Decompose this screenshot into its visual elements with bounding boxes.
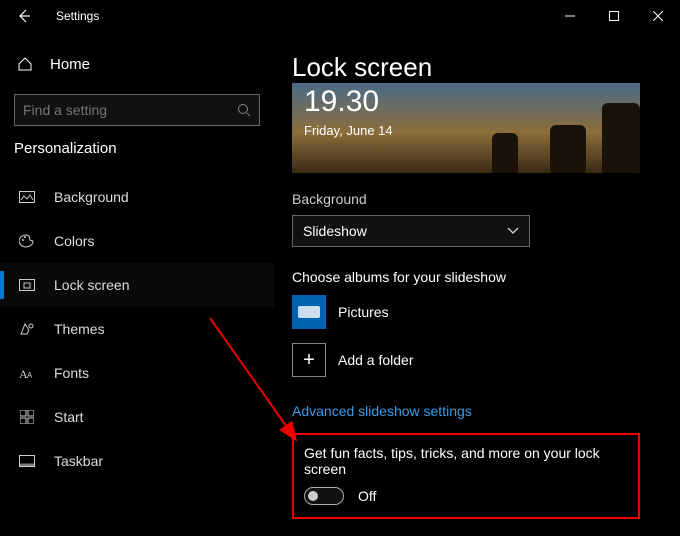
sidebar-item-fonts[interactable]: AA Fonts (0, 351, 274, 395)
content: Lock screen 19.30 Friday, June 14 Backgr… (274, 32, 680, 536)
nav-label: Taskbar (54, 453, 103, 469)
sidebar: Home Personalization Background Colors L… (0, 32, 274, 536)
tips-state: Off (358, 488, 376, 504)
plus-icon: + (292, 343, 326, 377)
sidebar-item-background[interactable]: Background (0, 175, 274, 219)
lock-preview: 19.30 Friday, June 14 (292, 83, 640, 173)
back-button[interactable] (8, 0, 40, 32)
svg-text:A: A (27, 371, 33, 380)
sidebar-item-colors[interactable]: Colors (0, 219, 274, 263)
dropdown-value: Slideshow (303, 223, 367, 239)
nav-label: Start (54, 409, 84, 425)
search-box[interactable] (14, 94, 260, 126)
sidebar-item-lock-screen[interactable]: Lock screen (0, 263, 274, 307)
nav-label: Lock screen (54, 277, 129, 293)
album-row[interactable]: Pictures (292, 295, 662, 329)
album-name: Pictures (338, 304, 389, 320)
fonts-icon: AA (18, 364, 36, 382)
nav-label: Colors (54, 233, 94, 249)
chevron-down-icon (507, 227, 519, 235)
search-icon (237, 103, 251, 117)
sidebar-home[interactable]: Home (0, 44, 274, 84)
maximize-icon (609, 11, 619, 21)
start-icon (18, 408, 36, 426)
advanced-slideshow-link[interactable]: Advanced slideshow settings (292, 403, 662, 419)
sidebar-item-themes[interactable]: Themes (0, 307, 274, 351)
taskbar-icon (18, 452, 36, 470)
background-dropdown[interactable]: Slideshow (292, 215, 530, 247)
palette-icon (18, 232, 36, 250)
picture-icon (18, 188, 36, 206)
close-button[interactable] (636, 1, 680, 31)
add-folder-row[interactable]: + Add a folder (292, 343, 662, 377)
titlebar: Settings (0, 0, 680, 32)
home-icon (16, 55, 34, 73)
minimize-button[interactable] (548, 1, 592, 31)
minimize-icon (565, 11, 575, 21)
page-title: Lock screen (292, 52, 662, 83)
nav-label: Themes (54, 321, 105, 337)
sidebar-home-label: Home (50, 56, 90, 73)
background-label: Background (292, 191, 662, 207)
tips-toggle[interactable] (304, 487, 344, 505)
search-input[interactable] (23, 102, 237, 118)
preview-date: Friday, June 14 (304, 123, 393, 138)
albums-label: Choose albums for your slideshow (292, 269, 662, 285)
tips-label: Get fun facts, tips, tricks, and more on… (304, 445, 628, 477)
preview-time: 19.30 (304, 85, 379, 119)
lock-screen-icon (18, 276, 36, 294)
nav-label: Fonts (54, 365, 89, 381)
maximize-button[interactable] (592, 1, 636, 31)
add-folder-label: Add a folder (338, 352, 414, 368)
app-title: Settings (56, 9, 99, 23)
album-thumb (292, 295, 326, 329)
nav-label: Background (54, 189, 129, 205)
sidebar-item-start[interactable]: Start (0, 395, 274, 439)
tips-toggle-block: Get fun facts, tips, tricks, and more on… (292, 433, 640, 519)
arrow-left-icon (17, 9, 31, 23)
close-icon (653, 11, 663, 21)
sidebar-item-taskbar[interactable]: Taskbar (0, 439, 274, 483)
themes-icon (18, 320, 36, 338)
sidebar-section: Personalization (0, 140, 274, 165)
